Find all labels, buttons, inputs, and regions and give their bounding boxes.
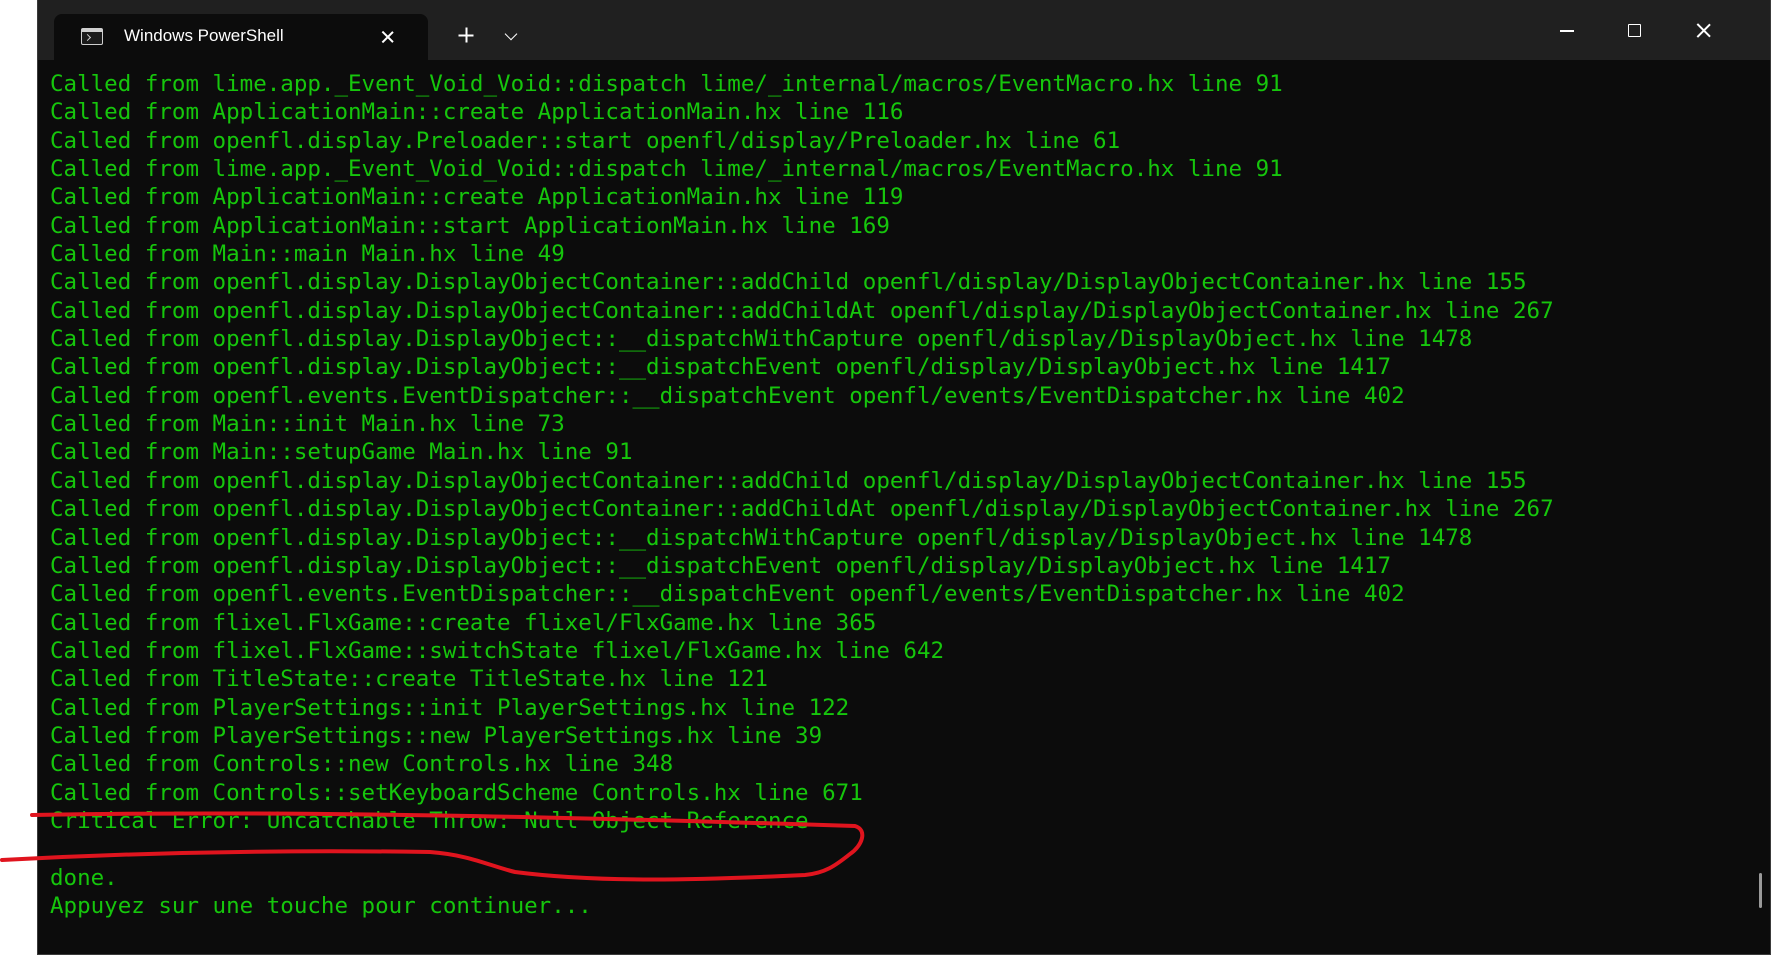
tab-close-button[interactable]	[372, 22, 402, 52]
maximize-icon	[1628, 24, 1641, 37]
console-line: Called from lime.app._Event_Void_Void::d…	[50, 71, 1283, 97]
close-icon	[1695, 22, 1712, 39]
console-line: Called from lime.app._Event_Void_Void::d…	[50, 156, 1283, 183]
console-line: Called from ApplicationMain::create Appl…	[50, 99, 904, 126]
terminal-window: Windows PowerShell Called from lime.app.…	[37, 0, 1771, 955]
close-icon	[380, 30, 395, 45]
minimize-button[interactable]	[1533, 0, 1601, 60]
maximize-button[interactable]	[1601, 0, 1669, 60]
console-output[interactable]: Called from lime.app._Event_Void_Void::d…	[38, 60, 1770, 954]
console-line: Appuyez sur une touche pour continuer...	[50, 892, 592, 919]
console-line: Called from openfl.display.DisplayObject…	[50, 552, 1392, 579]
console-line: Called from openfl.display.DisplayObject…	[50, 326, 1473, 353]
console-line: Called from Controls::new Controls.hx li…	[50, 751, 674, 778]
console-line: Called from openfl.display.DisplayObject…	[50, 269, 1527, 296]
tab-windows-powershell[interactable]: Windows PowerShell	[54, 14, 428, 60]
console-line: Called from openfl.events.EventDispatche…	[50, 581, 1405, 608]
tab-dropdown-button[interactable]	[496, 20, 526, 50]
console-line: Called from openfl.display.DisplayObject…	[50, 496, 1554, 523]
console-line: Called from TitleState::create TitleStat…	[50, 666, 768, 693]
console-line: Called from openfl.display.Preloader::st…	[50, 127, 1121, 154]
plus-icon	[458, 27, 474, 43]
console-line: Called from flixel.FlxGame::create flixe…	[50, 609, 877, 636]
console-line: Called from openfl.display.DisplayObject…	[50, 467, 1527, 494]
console-lines: Called from lime.app._Event_Void_Void::d…	[50, 70, 1554, 920]
new-tab-button[interactable]	[451, 20, 481, 50]
close-window-button[interactable]	[1669, 0, 1737, 60]
console-line: Called from Main::setupGame Main.hx line…	[50, 439, 633, 466]
console-line: Critical Error: Uncatchable Throw: Null …	[50, 807, 809, 834]
console-line: Called from openfl.display.DisplayObject…	[50, 297, 1554, 324]
console-line: Called from Controls::setKeyboardScheme …	[50, 779, 863, 806]
console-line: Called from flixel.FlxGame::switchState …	[50, 637, 945, 664]
console-line: Called from Main::init Main.hx line 73	[50, 411, 565, 438]
tab-title: Windows PowerShell	[124, 26, 284, 45]
console-line: Called from ApplicationMain::start Appli…	[50, 212, 890, 239]
title-bar[interactable]: Windows PowerShell	[38, 0, 1770, 60]
chevron-down-icon	[504, 27, 518, 40]
console-line: Called from PlayerSettings::new PlayerSe…	[50, 722, 823, 749]
powershell-terminal-icon	[81, 28, 103, 45]
console-line: Called from ApplicationMain::create Appl…	[50, 184, 904, 211]
console-line: Called from Main::main Main.hx line 49	[50, 241, 565, 268]
console-line: Called from openfl.events.EventDispatche…	[50, 382, 1405, 409]
console-line: Called from openfl.display.DisplayObject…	[50, 524, 1473, 551]
console-line: Called from PlayerSettings::init PlayerS…	[50, 694, 850, 721]
console-line: done.	[50, 864, 118, 891]
scrollbar-thumb[interactable]	[1759, 873, 1762, 908]
console-line: Called from openfl.display.DisplayObject…	[50, 354, 1392, 381]
minimize-icon	[1560, 30, 1574, 32]
